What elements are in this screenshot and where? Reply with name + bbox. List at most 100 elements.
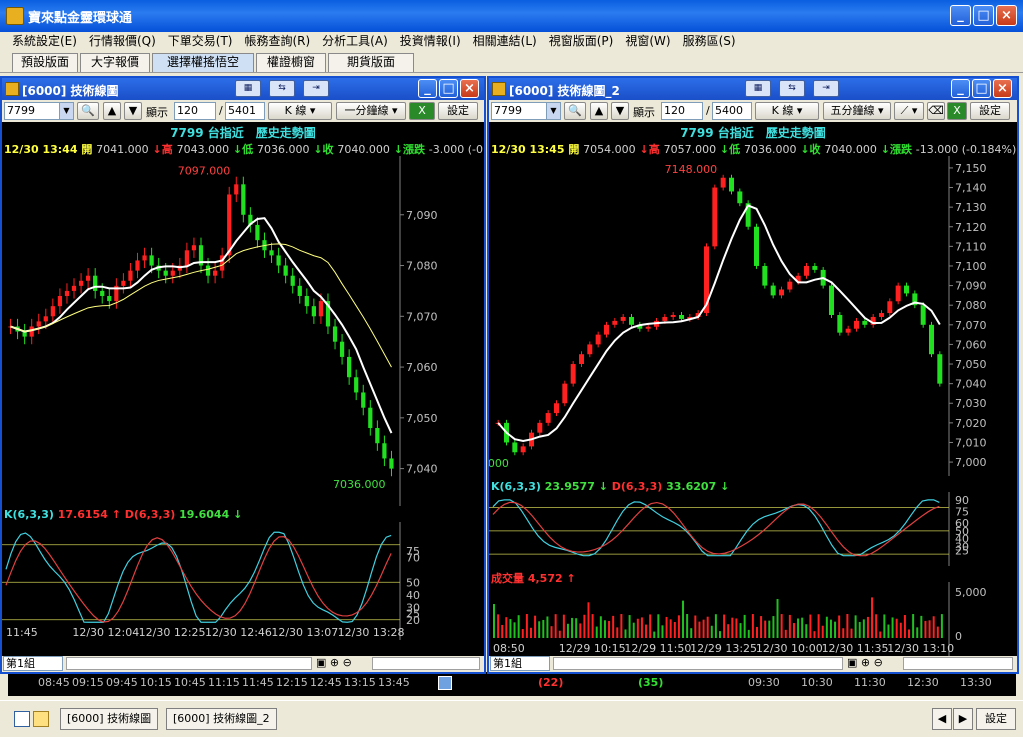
layout-icon[interactable]: ▦ [745, 80, 771, 97]
menu-item-3[interactable]: 帳務查詢(R) [238, 32, 316, 50]
close-button[interactable]: × [993, 79, 1012, 98]
minimize-button[interactable]: _ [418, 79, 437, 98]
high-marker-label: 7148.000 [665, 163, 718, 176]
x-tick-label: 12/29 11:50 [624, 642, 691, 655]
volume-bar [620, 614, 623, 638]
group-select[interactable]: 第1組 [3, 656, 63, 671]
symbol-select[interactable]: 7799 ▼ [4, 102, 74, 120]
folder-icon[interactable] [33, 711, 49, 727]
zoom-slider[interactable] [372, 657, 480, 670]
layout-icon[interactable]: ▦ [235, 80, 261, 97]
arrow-up-icon[interactable]: ▲ [103, 102, 121, 120]
y-tick-label: 7,120 [955, 221, 987, 234]
maximize-button[interactable]: □ [972, 79, 991, 98]
chart-scrollbar[interactable] [66, 657, 312, 670]
link-icon[interactable]: ⇆ [779, 80, 805, 97]
scroll-handle[interactable] [438, 676, 452, 690]
x-tick-label: 12/30 13:28 [338, 626, 405, 639]
volume-bar [509, 619, 512, 638]
volume-bar [599, 616, 602, 638]
excel-icon[interactable]: X [947, 102, 967, 120]
volume-bar [657, 614, 660, 638]
candle-body [604, 324, 609, 335]
volume-bar [838, 615, 841, 638]
volume-bar [714, 614, 717, 638]
total-input[interactable]: 5401 [225, 102, 265, 120]
maximize-button[interactable]: □ [973, 5, 994, 26]
group-select[interactable]: 第1組 [490, 656, 550, 671]
y-tick-label: 7,080 [406, 260, 438, 273]
candle-body [570, 364, 576, 384]
period-select[interactable]: 五分鐘線 ▾ [823, 102, 891, 120]
count-input[interactable]: 120 [661, 102, 703, 120]
maximize-button[interactable]: □ [439, 79, 458, 98]
total-input[interactable]: 5400 [712, 102, 752, 120]
menu-item-8[interactable]: 視窗(W) [619, 32, 676, 50]
tile-icon[interactable] [14, 711, 30, 727]
search-icon[interactable]: 🔍 [77, 102, 99, 120]
tab-default[interactable]: 預設版面 [12, 53, 78, 72]
tab-options[interactable]: 選擇權搖悟空 [152, 53, 254, 72]
close-button[interactable]: × [996, 5, 1017, 26]
arrow-down-icon[interactable]: ▼ [124, 102, 142, 120]
zoom-slider[interactable] [903, 657, 1013, 670]
volume-bar [846, 614, 849, 638]
candle-body [149, 255, 154, 266]
tab-futures[interactable]: 期貨版面 [328, 53, 414, 72]
period-select[interactable]: 一分鐘線 ▾ [336, 102, 406, 120]
settings-button[interactable]: 設定 [976, 708, 1016, 730]
volume-bar [640, 617, 643, 638]
arrow-up-icon[interactable]: ▲ [590, 102, 608, 120]
close-button[interactable]: × [460, 79, 479, 98]
zoom-icon[interactable]: ▣ ⊕ ⊖ [847, 656, 883, 669]
y-tick-label: 7,110 [955, 240, 987, 253]
volume-bar [608, 620, 611, 638]
volume-bar [562, 614, 565, 638]
menu-item-4[interactable]: 分析工具(A) [316, 32, 394, 50]
menu-item-6[interactable]: 相關連結(L) [467, 32, 543, 50]
candle-body [269, 250, 274, 256]
draw-line-icon[interactable]: ⟋ ▾ [894, 102, 924, 120]
chart-scrollbar[interactable] [553, 657, 843, 670]
tab-warrant[interactable]: 權證櫥窗 [256, 53, 326, 72]
next-icon[interactable]: ▶ [953, 708, 973, 730]
tab-big-quote[interactable]: 大字報價 [80, 53, 150, 72]
task-window-2[interactable]: [6000] 技術線圖_2 [166, 708, 277, 730]
y-tick-label: 7,050 [406, 412, 438, 425]
quote-line: 12/30 13:45 開 7054.000 ↓高 7057.000 ↓低 70… [491, 143, 1017, 156]
settings-button[interactable]: 設定 [970, 102, 1010, 120]
prev-icon[interactable]: ◀ [932, 708, 952, 730]
settings-button[interactable]: 設定 [438, 102, 478, 120]
ktype-select[interactable]: K 線 ▾ [268, 102, 332, 120]
menu-item-1[interactable]: 行情報價(Q) [83, 32, 162, 50]
excel-icon[interactable]: X [409, 102, 435, 120]
minimize-button[interactable]: _ [950, 5, 971, 26]
link-icon[interactable]: ⇆ [269, 80, 295, 97]
detach-icon[interactable]: ⇥ [813, 80, 839, 97]
menu-item-2[interactable]: 下單交易(T) [162, 32, 239, 50]
menu-item-9[interactable]: 服務區(S) [677, 32, 742, 50]
detach-icon[interactable]: ⇥ [303, 80, 329, 97]
arrow-down-icon[interactable]: ▼ [611, 102, 629, 120]
menu-item-0[interactable]: 系統設定(E) [6, 32, 83, 50]
app-title-bar: 寶來點金靈環球通 _ □ × [0, 0, 1023, 32]
candle-body [57, 296, 63, 307]
search-icon[interactable]: 🔍 [564, 102, 586, 120]
show-label: 顯示 [146, 106, 168, 119]
candle-body [107, 296, 112, 302]
candle-body [595, 334, 601, 345]
menu-item-5[interactable]: 投資情報(I) [394, 32, 467, 50]
menu-item-7[interactable]: 視窗版面(P) [543, 32, 620, 50]
show-label: 顯示 [633, 106, 655, 119]
zoom-icon[interactable]: ▣ ⊕ ⊖ [316, 656, 352, 669]
ktype-select[interactable]: K 線 ▾ [755, 102, 819, 120]
minimize-button[interactable]: _ [951, 79, 970, 98]
eraser-icon[interactable]: ⌫ [927, 102, 945, 120]
y-tick-label: 7,100 [955, 260, 987, 273]
volume-bar [809, 614, 812, 638]
count-input[interactable]: 120 [174, 102, 216, 120]
volume-bar [603, 620, 606, 638]
volume-bar [936, 626, 939, 638]
symbol-select[interactable]: 7799 ▼ [491, 102, 561, 120]
task-window-1[interactable]: [6000] 技術線圖 [60, 708, 159, 730]
